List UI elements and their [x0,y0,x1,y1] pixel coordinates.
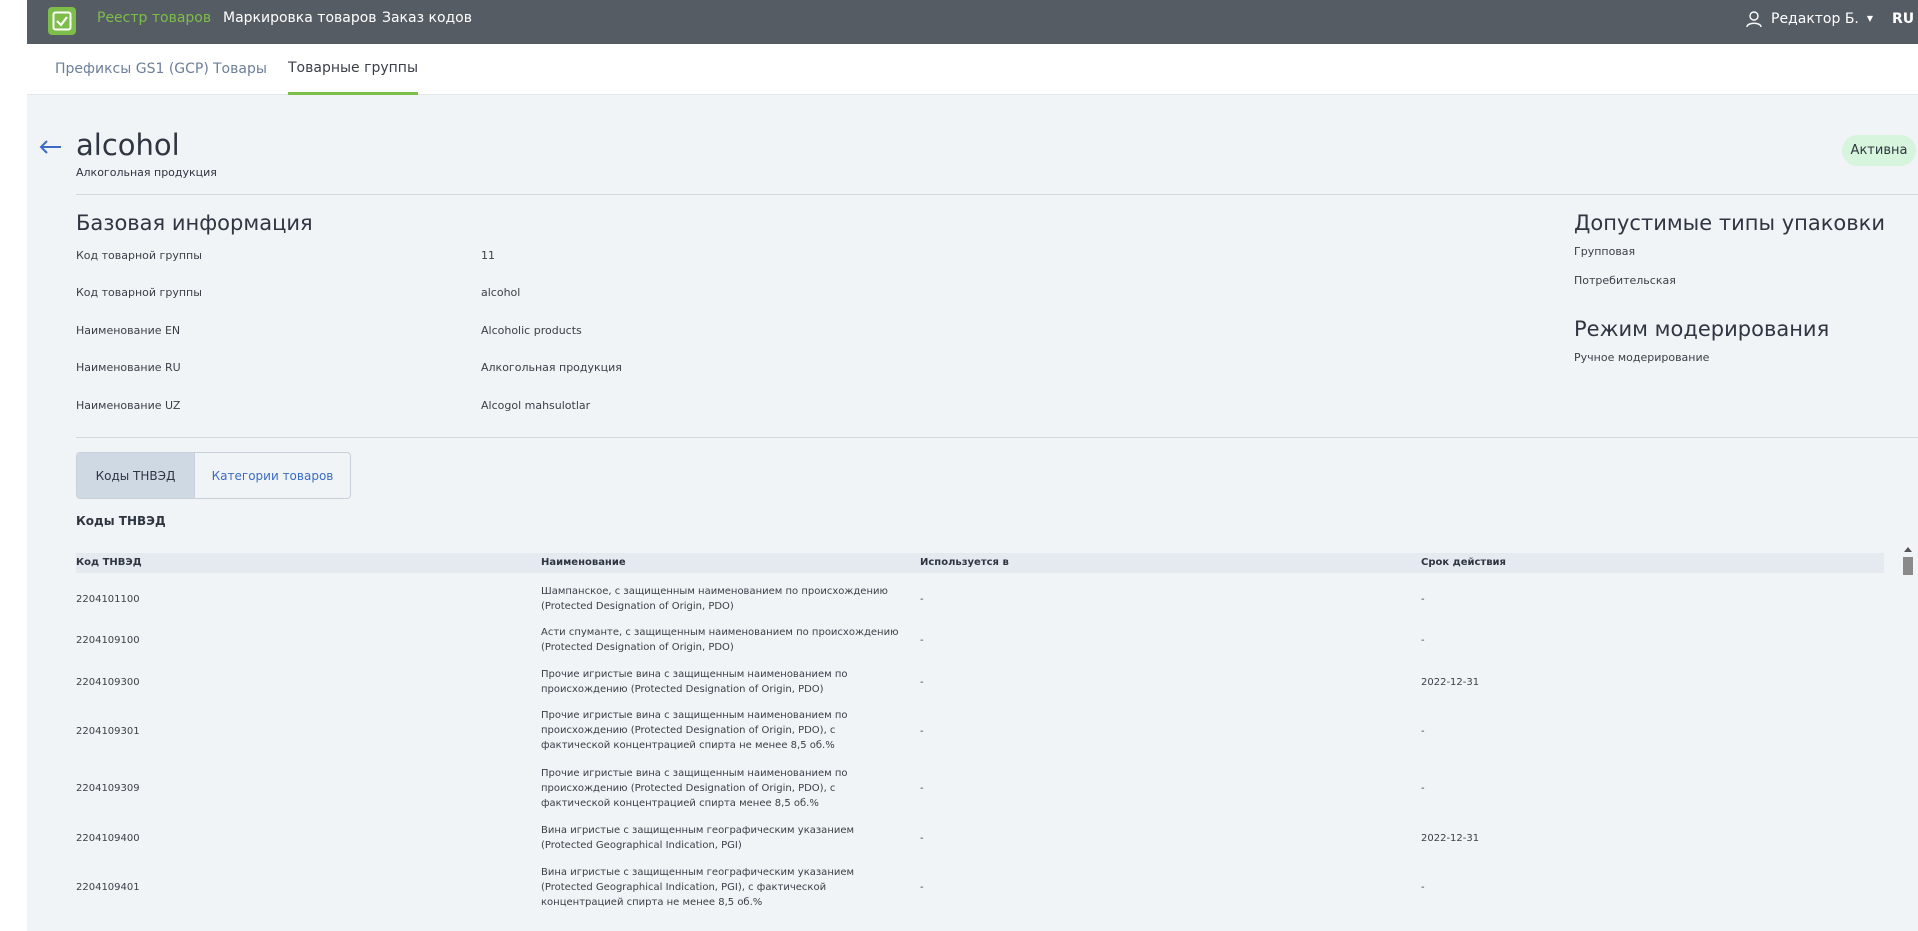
cell-used: - [920,635,924,646]
info-label: Код товарной группы [76,286,202,299]
cell-code: 2204109300 [76,677,140,688]
moderation-value: Ручное модерирование [1574,351,1710,364]
user-name: Редактор Б. [1771,10,1859,27]
info-label: Код товарной группы [76,249,202,262]
info-label: Наименование UZ [76,399,181,412]
moderation-title: Режим модерирования [1574,317,1830,341]
column-header[interactable]: Код ТНВЭД [76,553,142,573]
tab-product-groups[interactable]: Товарные группы [288,44,418,95]
cell-code: 2204101100 [76,594,140,605]
basic-info-title: Базовая информация [76,211,313,235]
language-value: RU [1892,10,1915,27]
info-label: Наименование RU [76,361,181,374]
cell-name: Асти спуманте, с защищенным наименование… [541,627,899,653]
info-value: Alcogol mahsulotlar [481,399,591,412]
cell-expiry: 2022-12-31 [1421,833,1480,844]
cell-expiry: 2022-12-31 [1421,677,1480,688]
cell-used: - [920,833,924,844]
tab-gs1-prefixes[interactable]: Префиксы GS1 (GCP) [55,44,209,95]
cell-expiry: - [1421,635,1425,646]
column-header[interactable]: Наименование [541,553,626,573]
table-scrollbar[interactable] [1900,545,1915,931]
cell-expiry: - [1421,882,1425,893]
page-subtitle: Алкогольная продукция [76,166,217,179]
cell-name: Прочие игристые вина с защищенным наимен… [541,669,848,695]
packaging-item: Групповая [1574,245,1636,258]
cell-expiry: - [1421,783,1425,794]
cell-used: - [920,726,924,737]
column-header[interactable]: Используется в [920,553,1009,573]
chevron-down-icon: ▼ [1866,14,1874,23]
info-value: alcohol [481,286,521,299]
app-logo-icon[interactable] [48,7,76,35]
cell-used: - [920,882,924,893]
packaging-item: Потребительская [1574,274,1676,287]
nav-item-marking[interactable]: Маркировка товаров [223,0,377,44]
cell-expiry: - [1421,726,1425,737]
cell-name: Вина игристые с защищенным географически… [541,867,855,908]
info-value: Алкогольная продукция [481,361,622,374]
cell-name: Вина игристые с защищенным географически… [541,825,855,851]
tab-product-categories[interactable]: Категории товаров [195,453,350,498]
cell-code: 2204109309 [76,783,140,794]
scroll-up-icon[interactable] [1904,547,1912,552]
page-title: alcohol [76,128,180,162]
divider [76,437,1918,438]
cell-used: - [920,594,924,605]
tab-products[interactable]: Товары [213,44,267,95]
sub-navigation: Префиксы GS1 (GCP) Товары Товарные групп… [27,44,1918,95]
cell-code: 2204109400 [76,833,140,844]
cell-name: Шампанское, с защищенным наименованием п… [541,586,888,612]
table-header: Код ТНВЭД Наименование Используется в Ср… [76,553,1884,573]
nav-item-registry[interactable]: Реестр товаров [97,0,211,44]
user-menu[interactable]: Редактор Б. ▼ [1745,0,1873,44]
status-badge: Активна [1842,135,1916,166]
divider [76,194,1918,195]
cell-name: Прочие игристые вина с защищенным наимен… [541,768,848,809]
top-bar: Реестр товаров Маркировка товаров Заказ … [27,0,1918,44]
cell-code: 2204109401 [76,882,140,893]
nav-item-code-orders[interactable]: Заказ кодов [382,0,472,44]
language-selector[interactable]: RU ▼ [1892,0,1918,44]
cell-used: - [920,677,924,688]
info-value: Alcoholic products [481,324,582,337]
cell-name: Прочие игристые вина с защищенным наимен… [541,710,848,751]
cell-code: 2204109301 [76,726,140,737]
packaging-title: Допустимые типы упаковки [1574,211,1885,235]
info-label: Наименование EN [76,324,181,337]
cell-code: 2204109100 [76,635,140,646]
tab-tnved-codes[interactable]: Коды ТНВЭД [77,453,195,498]
user-icon [1746,10,1762,27]
tab-switcher: Коды ТНВЭД Категории товаров [76,452,351,499]
scroll-thumb[interactable] [1903,557,1913,575]
main-content: alcohol Алкогольная продукция Активна Ба… [27,95,1918,931]
table-title: Коды ТНВЭД [76,514,166,528]
back-arrow-icon[interactable] [38,139,62,159]
cell-expiry: - [1421,594,1425,605]
cell-used: - [920,783,924,794]
column-header[interactable]: Срок действия [1421,553,1506,573]
info-value: 11 [481,249,495,262]
